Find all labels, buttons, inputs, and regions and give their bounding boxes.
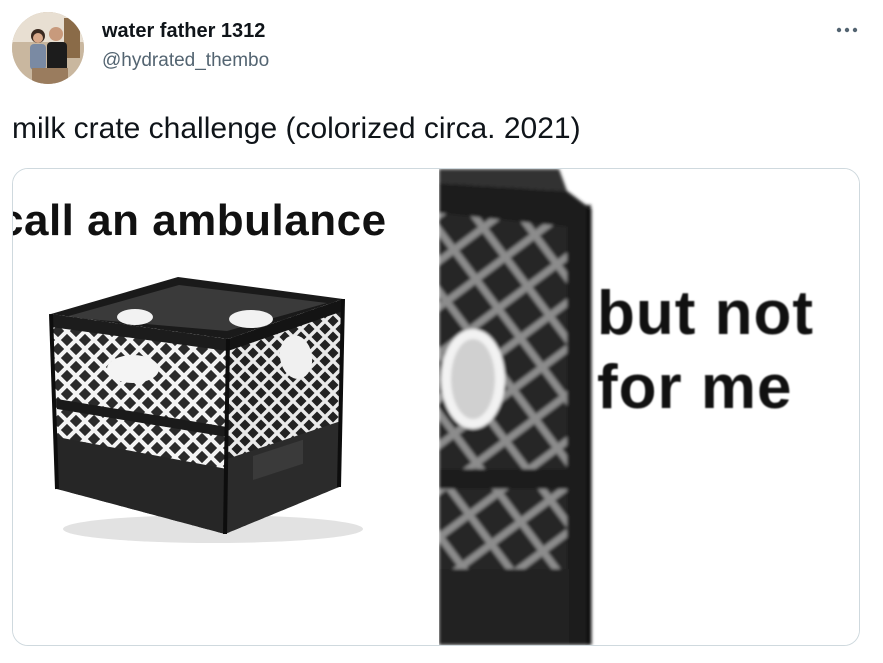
milk-crate-image <box>49 277 363 543</box>
more-options-icon <box>836 27 858 33</box>
meme-panel-right: but not for me <box>439 169 859 645</box>
tweet: water father 1312 @hydrated_thembo milk … <box>0 0 883 663</box>
media-card[interactable]: call an ambulance but not for me <box>12 168 860 646</box>
author-handle[interactable]: @hydrated_thembo <box>102 50 269 72</box>
tweet-text: milk crate challenge (colorized circa. 2… <box>12 112 581 145</box>
author-display-name[interactable]: water father 1312 <box>102 20 265 43</box>
avatar[interactable] <box>12 12 84 84</box>
more-options-button[interactable] <box>832 20 862 40</box>
meme-panel-left: call an ambulance <box>13 169 439 645</box>
avatar-photo <box>12 12 84 84</box>
meme-caption-right: but not for me <box>597 279 815 423</box>
